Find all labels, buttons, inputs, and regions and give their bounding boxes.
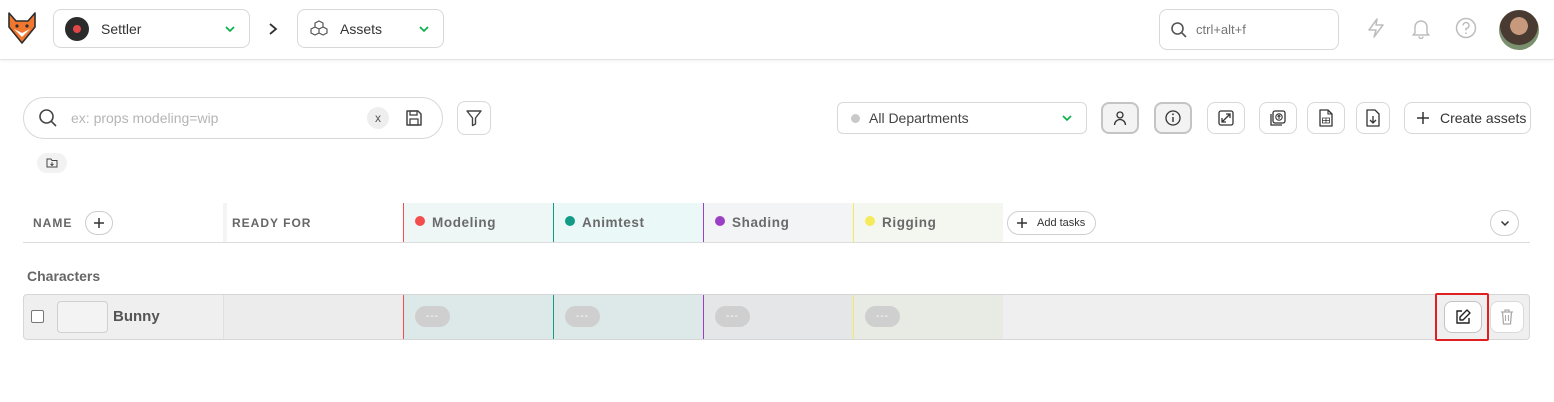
cubes-icon [310,19,328,36]
production-label: Settler [101,20,142,37]
status-badge: --- [865,306,900,327]
chevron-right-icon [269,23,278,35]
create-assets-label: Create assets [1440,110,1527,126]
search-icon [39,109,57,127]
section-select[interactable]: Assets [297,9,444,48]
task-column-modeling[interactable]: Modeling [403,203,553,242]
download-file-icon [1366,109,1380,127]
import-button[interactable] [1259,102,1297,134]
download-button[interactable] [1356,102,1390,134]
task-color-dot [865,215,875,226]
chevron-down-icon [225,25,235,32]
expand-button[interactable] [1207,102,1245,134]
table-row[interactable]: Bunny --- --- --- --- [23,294,1530,340]
task-color-dot [415,215,425,226]
clear-search-button[interactable]: x [367,107,389,129]
create-assets-button[interactable]: Create assets [1404,102,1531,134]
asset-search-input[interactable] [71,110,361,126]
add-column-button[interactable] [85,211,113,235]
asset-search[interactable]: x [23,97,443,139]
task-status-cell[interactable]: --- [403,295,553,339]
department-label: All Departments [869,110,969,126]
status-badge: --- [715,306,750,327]
user-icon [1113,111,1127,126]
folder-button[interactable] [37,153,67,173]
status-badge: --- [415,306,450,327]
task-column-label: Animtest [582,215,645,230]
bell-icon[interactable] [1410,17,1432,39]
task-status-cell[interactable]: --- [853,295,1003,339]
export-csv-button[interactable] [1307,102,1345,134]
row-checkbox[interactable] [31,310,44,323]
edit-asset-button[interactable] [1444,301,1482,333]
task-column-label: Rigging [882,215,937,230]
global-search[interactable] [1159,9,1339,50]
task-column-label: Modeling [432,215,497,230]
production-select[interactable]: Settler [53,9,250,48]
group-title: Characters [27,268,101,284]
asset-name[interactable]: Bunny [113,308,160,325]
status-badge: --- [565,306,600,327]
task-color-dot [565,215,575,226]
section-label: Assets [340,20,383,37]
department-dot [851,113,860,123]
task-status-cell[interactable]: --- [703,295,853,339]
chevron-down-icon [1500,220,1509,227]
info-icon [1165,110,1181,126]
help-icon[interactable] [1455,17,1477,39]
chevron-down-icon [1062,115,1072,122]
edit-icon [1456,309,1471,324]
ready-for-cell[interactable] [223,295,404,339]
task-column-shading[interactable]: Shading [703,203,853,242]
add-tasks-button[interactable]: Add tasks [1007,211,1096,235]
search-icon [1171,21,1187,38]
lightning-icon[interactable] [1365,17,1387,39]
filter-button[interactable] [457,101,491,135]
chevron-down-icon [419,25,429,32]
collapse-columns-button[interactable] [1490,210,1519,236]
top-bar: Settler Assets [0,0,1554,60]
user-avatar[interactable] [1499,10,1539,50]
asset-thumbnail[interactable] [57,301,108,333]
csv-file-icon [1319,109,1333,127]
name-column-header[interactable]: NAME [33,203,72,242]
global-search-input[interactable] [1196,22,1326,37]
production-avatar [65,16,89,41]
ready-for-column-header[interactable]: READY FOR [223,203,404,242]
delete-asset-button[interactable] [1490,301,1524,333]
add-tasks-label: Add tasks [1037,217,1086,229]
upload-icon [1270,110,1286,126]
assignations-toggle-button[interactable] [1101,102,1139,134]
department-select[interactable]: All Departments [837,102,1087,134]
save-icon[interactable] [405,109,423,127]
task-column-rigging[interactable]: Rigging [853,203,1003,242]
info-toggle-button[interactable] [1154,102,1192,134]
task-status-cell[interactable]: --- [553,295,703,339]
task-column-label: Shading [732,215,790,230]
expand-icon [1218,110,1234,126]
plus-icon [1417,112,1429,124]
trash-icon [1501,309,1513,325]
plus-icon [94,218,104,228]
table-header: NAME READY FOR Modeling Animtest Shading… [23,203,1530,243]
folder-icon [46,158,58,168]
fox-logo-icon[interactable] [6,11,38,45]
plus-icon [1017,218,1027,228]
task-column-animtest[interactable]: Animtest [553,203,703,242]
filter-icon [466,110,482,127]
task-color-dot [715,215,725,226]
